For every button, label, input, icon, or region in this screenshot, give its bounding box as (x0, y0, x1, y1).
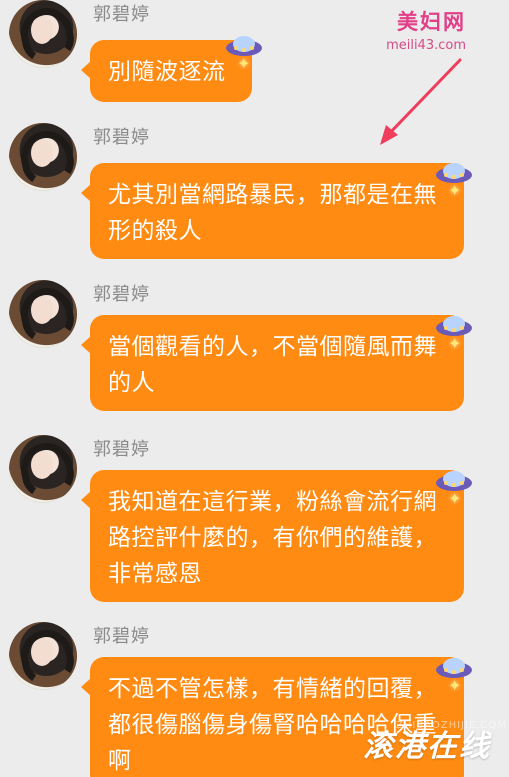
message-text: 我知道在這行業，粉絲會流行網路控評什麼的，有你們的維護，非常感恩 (108, 489, 437, 587)
sender-name: 郭碧婷 (93, 626, 150, 647)
message-bubble[interactable]: 當個觀看的人，不當個隨風而舞的人 (81, 315, 464, 411)
sparkle-icon: ✦ (448, 334, 462, 353)
sender-avatar[interactable] (9, 622, 77, 690)
chat-screen: 美妇网 meili43.com 郭碧婷 別隨波逐流 ✦ 郭碧婷 尤其別當網路暴民… (0, 0, 509, 777)
bottom-watermark: 滚港在线 (363, 729, 491, 764)
message-text: 尤其別當網路暴民，那都是在無形的殺人 (108, 182, 437, 244)
sender-avatar[interactable] (9, 123, 77, 191)
sender-name: 郭碧婷 (93, 127, 150, 148)
sender-name: 郭碧婷 (93, 284, 150, 305)
sparkle-icon: ✦ (237, 54, 251, 73)
sender-name: 郭碧婷 (93, 439, 150, 460)
watermark-domain: meili43.com (386, 38, 466, 53)
sender-avatar[interactable] (9, 435, 77, 503)
message-bubble[interactable]: 尤其別當網路暴民，那都是在無形的殺人 (81, 163, 464, 259)
message-bubble[interactable]: 我知道在這行業，粉絲會流行網路控評什麼的，有你們的維護，非常感恩 (81, 470, 464, 602)
sender-avatar[interactable] (9, 0, 77, 68)
message-text: 別隨波逐流 (108, 59, 226, 85)
sparkle-icon: ✦ (448, 676, 462, 695)
watermark-brand: 美妇网 (397, 10, 466, 34)
pointer-arrow (380, 58, 462, 145)
sparkle-icon: ✦ (448, 489, 462, 508)
sparkle-icon: ✦ (448, 181, 462, 200)
sender-avatar[interactable] (9, 280, 77, 348)
top-watermark: 美妇网 meili43.com (386, 6, 466, 53)
sender-name: 郭碧婷 (93, 4, 150, 25)
message-text: 當個觀看的人，不當個隨風而舞的人 (108, 334, 437, 396)
